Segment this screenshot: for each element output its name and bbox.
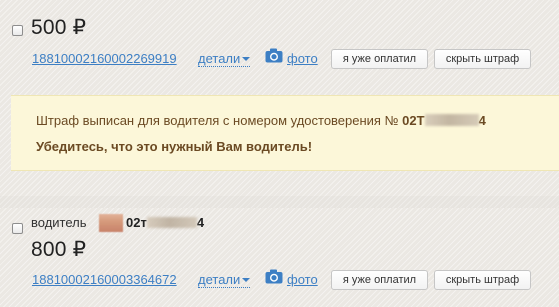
camera-icon[interactable] [265, 48, 283, 63]
driver-license-end: 4 [196, 215, 205, 230]
license-number: 02Т 4 [402, 113, 486, 128]
already-paid-button[interactable]: я уже оплатил [331, 49, 428, 69]
fine-amount: 500 ₽ [31, 16, 87, 39]
redacted-license-digits [146, 217, 197, 228]
driver-license-start: 02т [126, 215, 147, 230]
driver-license-number: 02т 4 [126, 215, 204, 230]
chevron-down-icon [242, 57, 251, 61]
chevron-down-icon [242, 278, 251, 282]
fine-select-checkbox[interactable] [12, 25, 23, 36]
fine-select-checkbox[interactable] [12, 223, 23, 234]
driver-label: водитель [31, 215, 87, 230]
details-label: детали [198, 51, 241, 66]
notice-text: Штраф выписан для водителя с номером удо… [36, 113, 486, 128]
photo-link[interactable]: фото [287, 272, 318, 287]
details-dropdown[interactable]: детали [198, 272, 251, 288]
already-paid-button[interactable]: я уже оплатил [331, 270, 428, 290]
hide-fine-button[interactable]: скрыть штраф [434, 49, 531, 69]
notice-prefix: Штраф выписан для водителя с номером удо… [36, 113, 399, 128]
hide-fine-button[interactable]: скрыть штраф [434, 270, 531, 290]
license-number-start: 02Т [402, 113, 425, 128]
driver-warning-notice: Штраф выписан для водителя с номером удо… [11, 95, 559, 171]
fine-card: 500 ₽ 18810002160002269919 детали фото я… [0, 0, 559, 196]
fine-document-link[interactable]: 18810002160002269919 [32, 51, 177, 66]
details-label: детали [198, 272, 241, 287]
details-dropdown[interactable]: детали [198, 51, 251, 67]
license-number-end: 4 [478, 113, 486, 128]
photo-link[interactable]: фото [287, 51, 318, 66]
camera-icon[interactable] [265, 269, 283, 284]
redacted-license-digits [424, 114, 479, 126]
fine-document-link[interactable]: 18810002160003364672 [32, 272, 177, 287]
notice-warning: Убедитесь, что это нужный Вам водитель! [36, 139, 313, 154]
driver-avatar [99, 214, 123, 232]
fine-amount: 800 ₽ [31, 238, 87, 261]
